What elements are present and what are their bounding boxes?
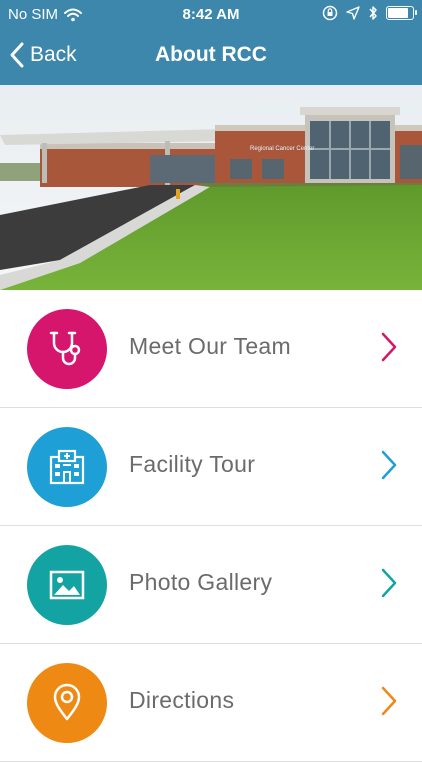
menu-item-directions[interactable]: Directions [0, 644, 422, 762]
chevron-right-icon [381, 686, 397, 716]
meet-our-team-circle [27, 309, 107, 389]
battery-icon [386, 6, 417, 20]
menu-item-photo-gallery[interactable]: Photo Gallery [0, 526, 422, 644]
chevron-right-icon [381, 332, 397, 362]
menu-item-facility-tour[interactable]: Facility Tour [0, 408, 422, 526]
photo-gallery-label: Photo Gallery [129, 569, 273, 595]
meet-our-team-label: Meet Our Team [129, 333, 291, 359]
menu-item-meet-our-team[interactable]: Meet Our Team [0, 290, 422, 408]
building-photo: Regional Cancer Center [0, 85, 422, 290]
chevron-right-icon [381, 450, 397, 480]
facility-tour-label: Facility Tour [129, 451, 256, 477]
navigation-bar: Back About RCC [0, 30, 422, 85]
map-pin-icon [53, 683, 81, 721]
facility-tour-circle [27, 427, 107, 507]
picture-icon [49, 570, 85, 600]
status-bar: No SIM 8:42 AM [0, 0, 422, 30]
menu-list: Meet Our Team Facility Tour Photo Galler… [0, 290, 422, 762]
photo-gallery-circle [27, 545, 107, 625]
stethoscope-icon [49, 331, 81, 366]
hero-image: Regional Cancer Center [0, 85, 422, 290]
chevron-right-icon [381, 568, 397, 598]
location-arrow-icon [346, 6, 360, 20]
directions-circle [27, 663, 107, 743]
bluetooth-icon [369, 6, 377, 20]
orientation-lock-icon [322, 5, 338, 21]
hospital-icon [49, 449, 85, 485]
battery-level [388, 8, 408, 18]
building-sign: Regional Cancer Center [250, 146, 314, 152]
page-title: About RCC [155, 43, 267, 66]
directions-label: Directions [129, 687, 235, 713]
status-right [322, 5, 417, 21]
